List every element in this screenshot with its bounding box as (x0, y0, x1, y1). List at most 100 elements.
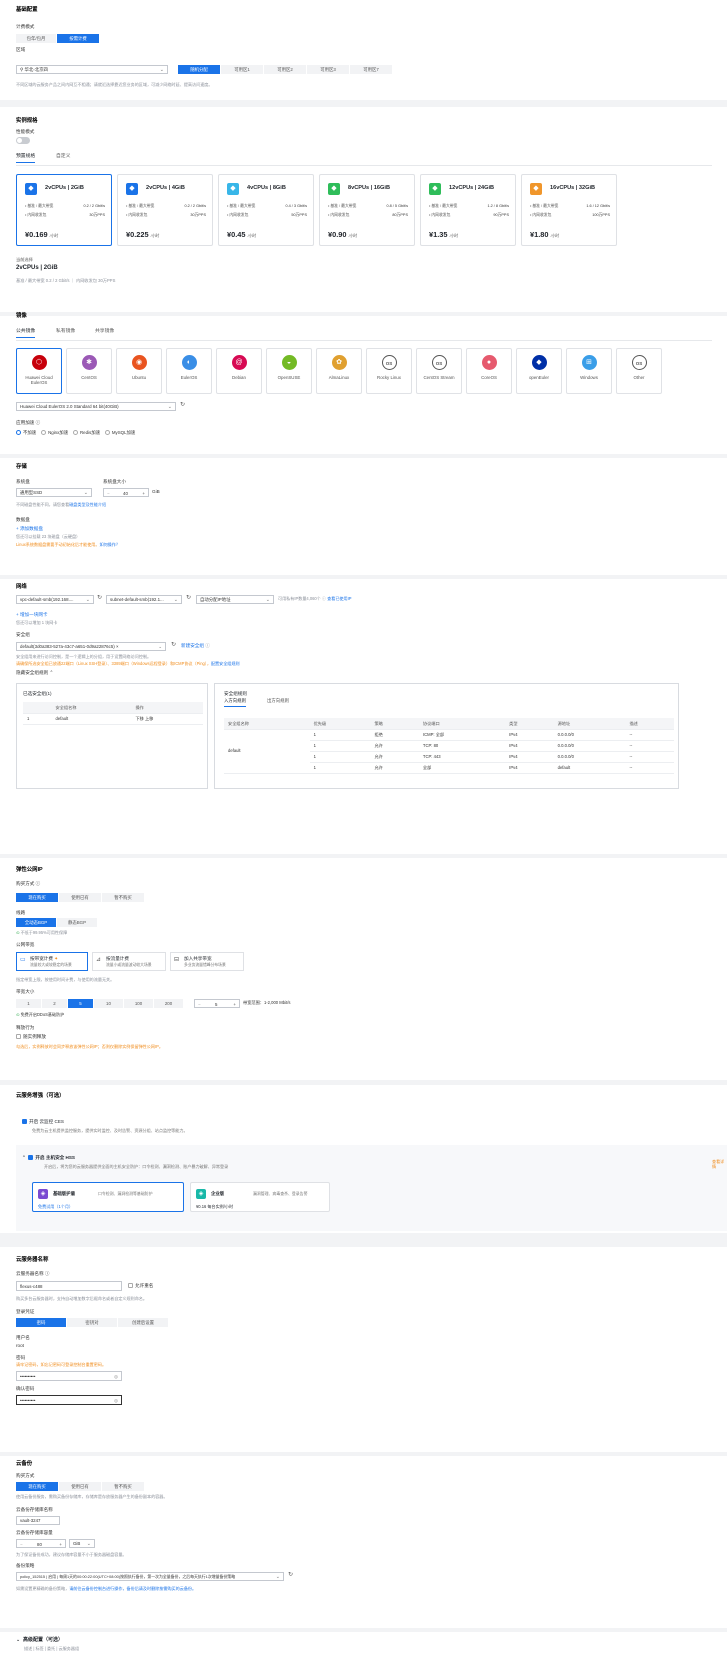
advanced-toggle[interactable]: ⌄ 高级配置（可选） (16, 1637, 63, 1644)
eye-icon[interactable]: ◎ (114, 1396, 118, 1405)
vault-name-input[interactable]: vault-3247 (16, 1516, 60, 1525)
spec-card[interactable]: ◆ 12vCPUs | 24GiB • 基准 / 最大带宽 1.2 / 8 Gbit/… (420, 174, 516, 246)
image-version-select[interactable]: Huawei Cloud EulerOS 2.0 Standard 64 bit… (16, 402, 176, 411)
add-nic-link[interactable]: + 增加一块网卡 (16, 612, 48, 618)
login-later[interactable]: 创建后设置 (118, 1318, 168, 1327)
add-data-disk-link[interactable]: + 添加数据盘 (16, 526, 43, 532)
bw-type-traffic[interactable]: ⊿ 按流量计费 流量小或流量波动较大场景 (92, 952, 166, 971)
hss-plan-basic[interactable]: ◈ 基础版护盾 口令检测、漏洞检测等基础防护 免费试用（1个月） (32, 1182, 184, 1212)
tab-private-image[interactable]: 私有镜像 (56, 329, 75, 335)
hss-plan-enterprise[interactable]: ◈ 企业版 漏洞管理、病毒查杀、登录告警 ¥0.16 每台实例/小时 (190, 1182, 330, 1212)
os-tile[interactable]: ◐ EulerOS (166, 348, 212, 394)
tab-inbound[interactable]: 入方向规则 (224, 698, 246, 707)
accel-nginx[interactable]: Nginx加速 (41, 430, 68, 436)
region-select[interactable]: ⚲ 华北-北京四 ⌄ (16, 65, 168, 74)
line-static-bgp[interactable]: 静态BGP (57, 918, 97, 927)
policy-select[interactable]: policy_152515 | 启用 | 每周1天的00:00:22:00(UT… (16, 1572, 284, 1581)
tab-custom[interactable]: 自定义 (56, 154, 70, 160)
line-dynamic-bgp[interactable]: 全动态BGP (16, 918, 56, 927)
eip-use-existing[interactable]: 使用已有 (59, 893, 101, 902)
accel-mysql[interactable]: MySQL加速 (104, 430, 135, 436)
os-tile[interactable]: ● CoreOS (466, 348, 512, 394)
bw-size-5[interactable]: 5 (68, 999, 93, 1008)
new-sg-link[interactable]: 新建安全组 ⓘ (181, 643, 210, 649)
tab-preset[interactable]: 预置规格 (16, 154, 36, 164)
bw-size-2[interactable]: 2 (42, 999, 67, 1008)
minus-icon[interactable]: − (107, 489, 110, 498)
minus-icon[interactable]: − (198, 1000, 201, 1009)
hss-checkbox[interactable]: ⌃ 开启 主机安全 HSS (22, 1155, 75, 1161)
bw-type-shared[interactable]: ⊟ 加入共享带宽 多业务流量错峰分布场景 (170, 952, 244, 971)
sg-select[interactable]: default(3d0a383-527a-43c7-a651-0d9a22876… (16, 642, 166, 651)
refresh-icon[interactable]: ↻ (180, 402, 185, 410)
login-keypair[interactable]: 密钥对 (67, 1318, 117, 1327)
os-tile[interactable]: ⊞ Windows (566, 348, 612, 394)
vpc-select[interactable]: vpc-default-smb(192.168.... ⌄ (16, 595, 94, 604)
cap-unit-select[interactable]: GiB ⌄ (69, 1539, 95, 1548)
refresh-icon[interactable]: ↻ (171, 642, 176, 650)
ces-checkbox[interactable]: 开启 云监控 CES (22, 1119, 64, 1125)
bw-size-10[interactable]: 10 (94, 999, 123, 1008)
az-1[interactable]: 可用区1 (221, 65, 263, 74)
eye-icon[interactable]: ◎ (114, 1372, 118, 1381)
refresh-icon[interactable]: ↻ (186, 595, 191, 603)
spec-card[interactable]: ◆ 16vCPUs | 32GiB • 基准 / 最大带宽 1.6 / 12 Gbit… (521, 174, 617, 246)
accel-redis[interactable]: Redis加速 (72, 430, 100, 436)
backup-console-link[interactable]: 请前往云备份控制台进行操作，备份后请及时删除按需购买的云备份。 (69, 1586, 196, 1591)
backup-buy-now[interactable]: 现在购买 (16, 1482, 58, 1491)
os-tile[interactable]: ◆ openEuler (516, 348, 562, 394)
os-tile[interactable]: ◉ Ubuntu (116, 348, 162, 394)
confirm-password-input[interactable]: •••••••••• ◎ (16, 1395, 122, 1405)
refresh-icon[interactable]: ↻ (97, 595, 102, 603)
bw-size-1[interactable]: 1 (16, 999, 41, 1008)
eip-no-buy[interactable]: 暂不购买 (102, 893, 144, 902)
az-3[interactable]: 可用区3 (307, 65, 349, 74)
release-checkbox[interactable]: 随实例释放 (16, 1034, 46, 1040)
bw-size-100[interactable]: 100 (124, 999, 153, 1008)
hide-rules-toggle[interactable]: 隐藏安全组规则 ⌃ (16, 670, 53, 676)
billing-yearly[interactable]: 包年/包月 (16, 34, 56, 43)
perf-mode-toggle[interactable] (16, 137, 30, 144)
spec-card[interactable]: ◆ 2vCPUs | 4GiB • 基准 / 最大带宽 0.2 / 2 Gbit/s •… (117, 174, 213, 246)
os-tile[interactable]: OS Rocky Linux (366, 348, 412, 394)
eip-buy-now[interactable]: 现在购买 (16, 893, 58, 902)
plus-icon[interactable]: + (233, 1000, 236, 1009)
az-random[interactable]: 随机分配 (178, 65, 220, 74)
os-tile[interactable]: @ Debian (216, 348, 262, 394)
view-used-ip-link[interactable]: 查看已使用IP (327, 596, 351, 601)
sys-disk-type-select[interactable]: 通用型SSD ⌄ (16, 488, 92, 497)
sg-rule-link[interactable]: 配置安全组规则 (211, 661, 240, 666)
minus-icon[interactable]: − (20, 1540, 23, 1549)
disk-type-link[interactable]: 磁盘类型及性能介绍 (69, 502, 106, 507)
accel-none[interactable]: 不加速 (16, 430, 36, 436)
os-tile[interactable]: OS CentOS Stream (416, 348, 462, 394)
backup-use-existing[interactable]: 使用已有 (59, 1482, 101, 1491)
how-to-link[interactable]: 如何操作？ (99, 542, 119, 547)
spec-card[interactable]: ◆ 2vCPUs | 2GiB • 基准 / 最大带宽 0.2 / 2 Gbit/s •… (16, 174, 112, 246)
bw-size-200[interactable]: 200 (154, 999, 183, 1008)
tab-shared-image[interactable]: 共享镜像 (95, 329, 114, 335)
os-tile[interactable]: ✱ CentOS (66, 348, 112, 394)
os-tile[interactable]: ⬡ Huawei Cloud EulerOS (16, 348, 62, 394)
server-name-input[interactable]: flexus-c488 (16, 1281, 122, 1291)
hss-detail-link[interactable]: 查看详情 (712, 1159, 727, 1170)
vault-cap-stepper[interactable]: − 80 + (16, 1539, 66, 1548)
allow-dup-checkbox[interactable]: 允许重名 (128, 1283, 153, 1289)
subnet-select[interactable]: subnet-default-smb(192.1... ⌄ (106, 595, 182, 604)
tab-public-image[interactable]: 公共镜像 (16, 329, 36, 339)
close-icon[interactable]: × (116, 644, 119, 649)
backup-no-buy[interactable]: 暂不购买 (102, 1482, 144, 1491)
login-password[interactable]: 密码 (16, 1318, 66, 1327)
spec-card[interactable]: ◆ 4vCPUs | 8GiB • 基准 / 最大带宽 0.4 / 3 Gbit/s •… (218, 174, 314, 246)
refresh-icon[interactable]: ↻ (288, 1572, 293, 1580)
az-2[interactable]: 可用区2 (264, 65, 306, 74)
os-tile[interactable]: ✿ AlmaLinux (316, 348, 362, 394)
advanced-section[interactable]: ⌄ 高级配置（可选） 描述 | 标签 | 委托 | 云服务器组 (0, 1632, 727, 1670)
os-tile[interactable]: OS Other (616, 348, 662, 394)
billing-on-demand[interactable]: 按需计费 (57, 34, 99, 43)
tab-outbound[interactable]: 出方向规则 (267, 698, 289, 704)
sys-disk-size-stepper[interactable]: − 40 + (103, 488, 149, 497)
os-tile[interactable]: ◒ OpenSUSE (266, 348, 312, 394)
spec-card[interactable]: ◆ 8vCPUs | 16GiB • 基准 / 最大带宽 0.8 / 5 Gbit/s… (319, 174, 415, 246)
table-cell[interactable]: 下移 上移 (131, 713, 203, 725)
